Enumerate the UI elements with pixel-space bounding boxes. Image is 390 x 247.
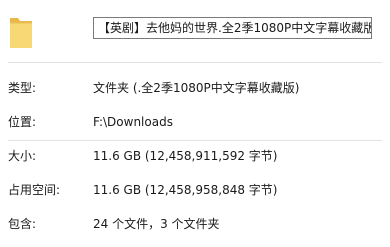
type-value: 文件夹 (.全2季1080P中文字幕收藏版) — [93, 81, 300, 95]
divider — [8, 140, 382, 141]
folder-name-field[interactable]: 【英剧】去他妈的世界.全2季1080P中文字幕收藏版 — [93, 17, 372, 39]
folder-icon — [8, 10, 34, 50]
size-on-disk-label: 占用空间: — [8, 183, 61, 197]
divider — [8, 62, 382, 63]
size-label: 大小: — [8, 149, 37, 163]
size-on-disk-value: 11.6 GB (12,458,958,848 字节) — [93, 183, 278, 197]
type-label: 类型: — [8, 81, 37, 95]
location-label: 位置: — [8, 115, 37, 129]
size-value: 11.6 GB (12,458,911,592 字节) — [93, 149, 278, 163]
location-value: F:\Downloads — [93, 115, 173, 129]
contains-value: 24 个文件，3 个文件夹 — [93, 217, 220, 231]
contains-label: 包含: — [8, 217, 37, 231]
